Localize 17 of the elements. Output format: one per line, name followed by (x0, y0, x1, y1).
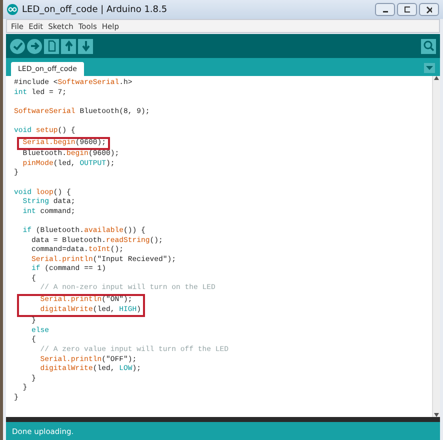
close-icon (426, 6, 432, 14)
app-logo-icon (7, 4, 18, 15)
minimize-button[interactable] (375, 3, 395, 16)
open-button[interactable] (61, 38, 76, 54)
window-title: LED_on_off_code | Arduino 1.8.5 (22, 4, 168, 14)
maximize-icon (404, 6, 410, 13)
serial-monitor-button[interactable] (421, 38, 436, 54)
new-button[interactable] (44, 38, 59, 54)
tab-menu-button[interactable] (424, 63, 435, 73)
save-button[interactable] (78, 38, 93, 54)
close-button[interactable] (419, 3, 439, 16)
scrollbar[interactable] (432, 76, 440, 417)
maximize-button[interactable] (397, 3, 417, 16)
dropdown-icon (426, 66, 433, 70)
upload-button[interactable] (27, 38, 42, 54)
search-icon (422, 39, 436, 53)
verify-button[interactable] (10, 38, 25, 54)
